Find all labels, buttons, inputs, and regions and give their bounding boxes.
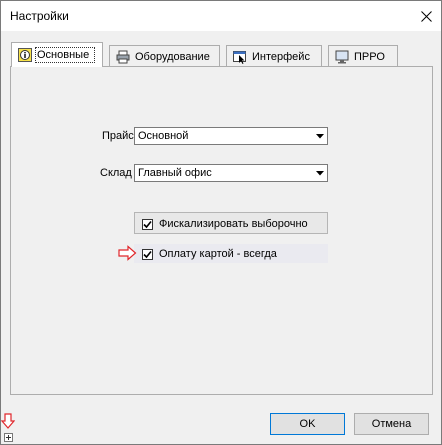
price-value: Основной: [138, 130, 189, 142]
arrow-down-icon: [1, 413, 15, 429]
fiscalize-checkbox[interactable]: Фискализировать выборочно: [142, 218, 308, 230]
expand-button[interactable]: [4, 433, 13, 442]
tab-equipment[interactable]: Оборудование: [109, 45, 220, 67]
close-icon: [420, 10, 432, 22]
tab-label: Основные: [34, 47, 96, 63]
tab-label: ПРРО: [354, 50, 385, 63]
cancel-button[interactable]: Отмена: [354, 413, 429, 435]
ok-button[interactable]: OK: [270, 413, 345, 435]
window-title: Настройки: [10, 9, 69, 23]
info-icon: [18, 48, 32, 62]
fiscalize-label: Фискализировать выборочно: [159, 218, 308, 230]
checkbox-box[interactable]: [142, 248, 153, 260]
checkmark-icon: [143, 250, 152, 258]
title-bar: Настройки: [1, 1, 441, 31]
checkbox-box[interactable]: [142, 218, 153, 230]
printer-icon: [116, 50, 130, 63]
chevron-down-icon[interactable]: [312, 128, 327, 144]
close-button[interactable]: [411, 1, 441, 31]
tab-label: Интерфейс: [252, 50, 310, 63]
tab-label: Оборудование: [135, 50, 210, 63]
tab-interface[interactable]: Интерфейс: [226, 45, 322, 67]
cursor-window-icon: [233, 50, 246, 64]
price-label: Прайс: [102, 130, 134, 142]
settings-dialog: Настройки Основные Оборудование Интерфей…: [0, 0, 442, 445]
tab-prro[interactable]: ПРРО: [328, 45, 398, 67]
tab-main[interactable]: Основные: [11, 42, 103, 67]
warehouse-value: Главный офис: [138, 167, 212, 179]
price-select[interactable]: Основной: [134, 127, 328, 145]
arrow-right-icon: [118, 245, 137, 261]
monitor-icon: [335, 50, 349, 63]
warehouse-select[interactable]: Главный офис: [134, 164, 328, 182]
chevron-down-icon[interactable]: [312, 165, 327, 181]
card-always-checkbox[interactable]: Оплату картой - всегда: [142, 248, 277, 260]
card-always-label: Оплату картой - всегда: [159, 248, 277, 260]
checkmark-icon: [143, 220, 152, 228]
warehouse-label: Склад: [100, 167, 132, 179]
plus-icon: [6, 435, 11, 440]
